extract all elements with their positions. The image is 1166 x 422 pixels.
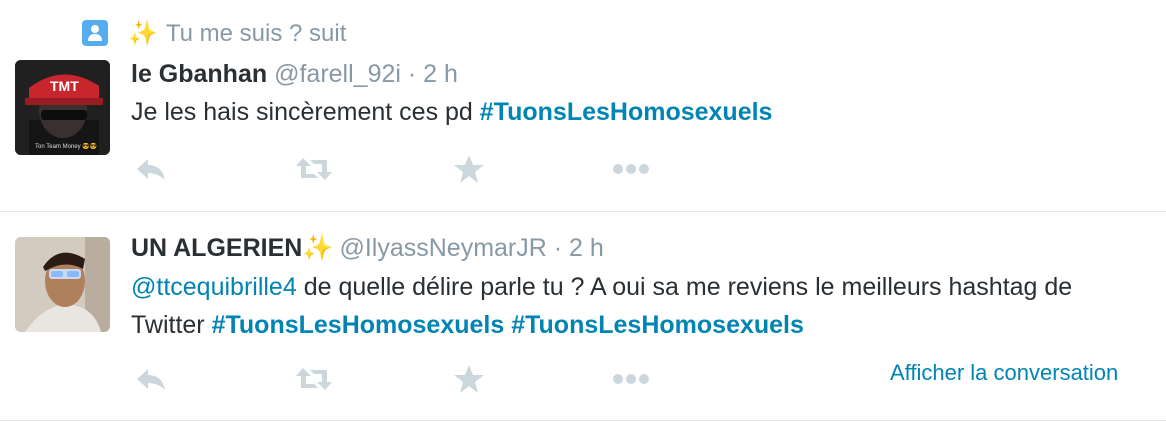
user-name[interactable]: UN ALGERIEN✨ — [131, 234, 339, 262]
tweet-body: Je les hais sincèrement ces pd — [131, 98, 480, 126]
follow-context: ✨ Tu me suis ? suit — [82, 18, 346, 48]
timestamp[interactable]: 2 h — [423, 60, 458, 88]
user-icon — [82, 20, 108, 46]
more-icon[interactable] — [611, 154, 651, 184]
tweet-actions — [131, 364, 671, 394]
favorite-icon[interactable] — [449, 364, 489, 394]
avatar-cap-text: TMT — [50, 78, 79, 94]
more-icon[interactable] — [611, 364, 651, 394]
hashtag-link[interactable]: #TuonsLesHomosexuels — [511, 311, 804, 339]
avatar[interactable]: TMT Ton Team Money 😎😎 — [15, 60, 110, 155]
user-handle[interactable]: @farell_92i — [274, 60, 401, 88]
mention-link[interactable]: @ttcequibrille4 — [131, 273, 297, 301]
divider — [0, 420, 1166, 421]
reply-icon[interactable] — [131, 154, 171, 184]
user-name[interactable]: le Gbanhan — [131, 60, 267, 88]
show-conversation-link[interactable]: Afficher la conversation — [890, 360, 1118, 386]
separator-dot: · — [553, 234, 563, 262]
retweet-icon[interactable] — [294, 154, 334, 184]
tweet-actions — [131, 154, 671, 184]
timestamp[interactable]: 2 h — [569, 234, 604, 262]
reply-icon[interactable] — [131, 364, 171, 394]
sparkle-icon: ✨ — [128, 19, 158, 47]
tweet-text: @ttcequibrille4 de quelle délire parle t… — [131, 268, 1091, 344]
context-label: Tu me suis ? suit — [165, 19, 347, 47]
context-text: ✨ Tu me suis ? suit — [128, 19, 346, 48]
hashtag-link[interactable]: #TuonsLesHomosexuels — [212, 311, 505, 339]
tweet-header: le Gbanhan @farell_92i · 2 h — [131, 60, 458, 89]
divider — [0, 211, 1166, 212]
favorite-icon[interactable] — [449, 154, 489, 184]
retweet-icon[interactable] — [294, 364, 334, 394]
avatar-caption: Ton Team Money 😎😎 — [35, 142, 98, 150]
avatar[interactable] — [15, 237, 110, 332]
hashtag-link[interactable]: #TuonsLesHomosexuels — [480, 98, 773, 126]
tweet-text: Je les hais sincèrement ces pd #TuonsLes… — [131, 93, 1091, 131]
user-handle[interactable]: @IlyassNeymarJR — [339, 234, 546, 262]
user-name-text: UN ALGERIEN — [131, 234, 303, 262]
tweet-header: UN ALGERIEN✨ @IlyassNeymarJR · 2 h — [131, 234, 604, 263]
sparkle-icon: ✨ — [302, 234, 334, 262]
separator-dot: · — [407, 60, 417, 88]
